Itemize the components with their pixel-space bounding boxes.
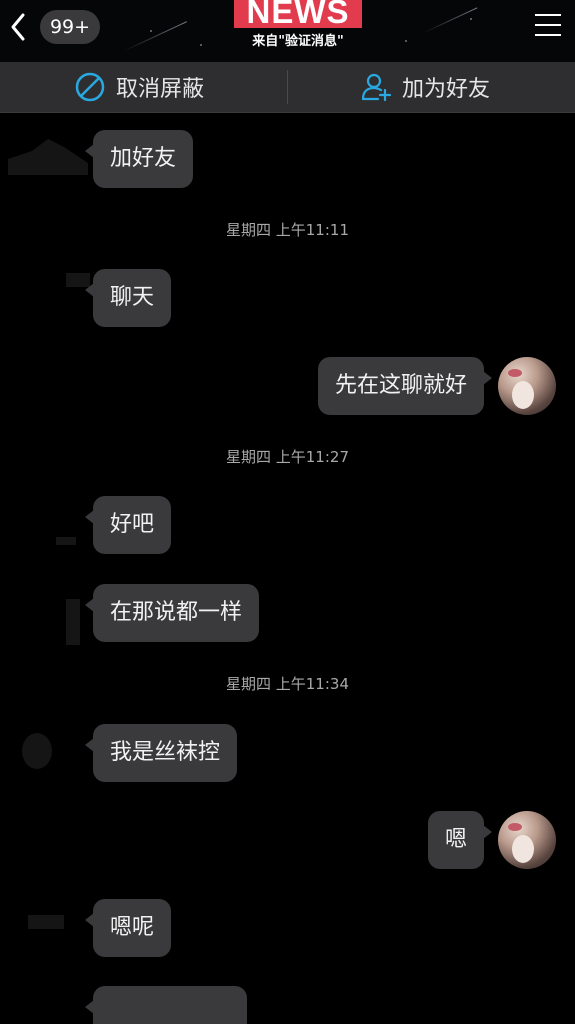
sender-avatar[interactable]	[56, 537, 76, 545]
action-bar: 取消屏蔽 加为好友	[0, 62, 575, 113]
sender-avatar[interactable]	[66, 599, 80, 645]
message-bubble-incoming[interactable]: 加好友	[84, 130, 194, 188]
timestamp: 星期四 上午11:27	[226, 448, 349, 466]
news-title: NEWS	[234, 0, 362, 28]
streak-decoration	[123, 21, 187, 52]
title-bar: 99+ NEWS 来自"验证消息"	[0, 0, 575, 62]
message-bubble-incoming[interactable]: 在那说都一样	[84, 584, 260, 642]
back-button[interactable]	[8, 10, 30, 44]
unread-badge[interactable]: 99+	[40, 10, 100, 44]
message-bubble-incoming[interactable]: 我是丝袜控	[84, 724, 238, 782]
chat-subtitle: 来自"验证消息"	[252, 34, 344, 49]
message-bubble-incoming[interactable]: 好吧	[84, 496, 172, 554]
menu-icon-bar	[535, 14, 561, 16]
my-avatar[interactable]	[498, 357, 556, 415]
timestamp: 星期四 上午11:34	[226, 675, 349, 693]
unblock-button[interactable]: 取消屏蔽	[74, 62, 204, 112]
avatar-detail	[512, 835, 534, 863]
message-bubble-incoming[interactable]: 嗯呢	[84, 899, 172, 957]
chevron-left-icon	[11, 13, 25, 41]
block-icon	[75, 72, 105, 102]
message-bubble-outgoing[interactable]: 嗯	[427, 811, 493, 869]
sender-avatar[interactable]	[22, 733, 52, 769]
chat-area[interactable]: 加好友 星期四 上午11:11 聊天 先在这聊就好 星期四 上午11:27 好吧…	[0, 113, 575, 1024]
avatar-detail	[512, 381, 534, 409]
avatar-detail	[508, 823, 522, 831]
star-decoration	[405, 40, 407, 42]
menu-icon-bar	[535, 24, 561, 26]
sender-avatar[interactable]	[8, 139, 88, 175]
menu-button[interactable]	[535, 14, 561, 38]
add-user-icon	[361, 73, 392, 102]
star-decoration	[200, 44, 202, 46]
message-bubble-outgoing[interactable]: 先在这聊就好	[317, 357, 493, 415]
streak-decoration	[422, 7, 478, 34]
menu-icon-bar	[535, 34, 561, 36]
chat-title: NEWS 来自"验证消息"	[230, 0, 366, 50]
divider	[287, 70, 288, 104]
timestamp: 星期四 上午11:11	[226, 221, 349, 239]
add-friend-label: 加为好友	[402, 77, 491, 102]
add-friend-button[interactable]: 加为好友	[360, 62, 490, 112]
star-decoration	[150, 30, 152, 32]
avatar-detail	[508, 369, 522, 377]
message-bubble-incoming[interactable]: 聊天	[84, 269, 172, 327]
star-decoration	[470, 18, 472, 20]
message-bubble-incoming-partial[interactable]	[85, 986, 247, 1024]
my-avatar[interactable]	[498, 811, 556, 869]
sender-avatar[interactable]	[28, 915, 64, 929]
unblock-label: 取消屏蔽	[116, 77, 205, 102]
